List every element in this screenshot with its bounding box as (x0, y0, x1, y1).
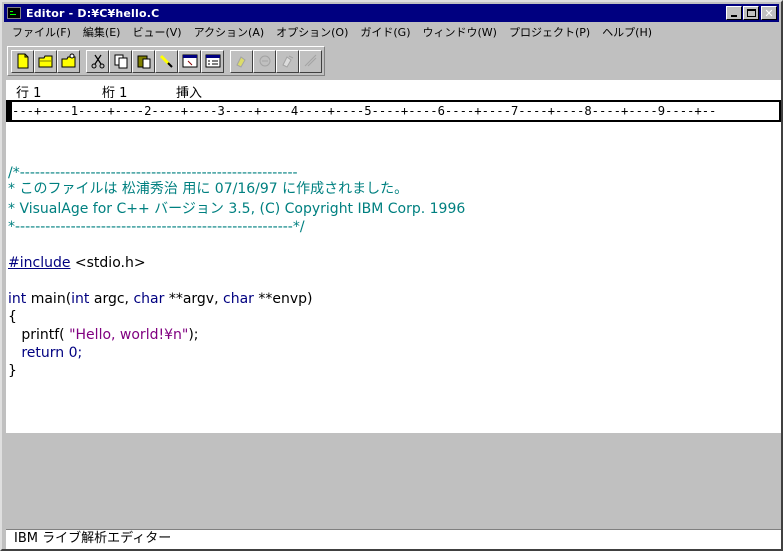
position-status-bar: 行 1 桁 1 挿入 (6, 80, 781, 101)
code-line-2: * このファイルは 松浦秀治 用に 07/16/97 に作成されました。 (8, 181, 409, 197)
open-project-icon (61, 53, 75, 68)
window-title: Editor - D:¥C¥hello.C (26, 6, 160, 20)
new-file-button[interactable] (11, 49, 34, 73)
bookmark4-button[interactable] (299, 49, 322, 73)
open-project-button[interactable] (57, 49, 80, 73)
menu-options[interactable]: オプション(O) (270, 24, 354, 40)
menu-guide[interactable]: ガイド(G) (354, 24, 416, 40)
bookmark3-button[interactable] (276, 49, 299, 73)
code-line-include: #include <stdio.h> (8, 254, 146, 272)
main-signature: main( (26, 291, 72, 307)
menu-bar: ファイル(F) 編集(E) ビュー(V) アクション(A) オプション(O) ガ… (4, 22, 779, 42)
bookmark-button[interactable] (230, 49, 253, 73)
copy-icon (114, 54, 127, 69)
include-file: <stdio.h> (70, 255, 146, 271)
bookmark2-button[interactable] (253, 49, 276, 73)
paste-button[interactable] (132, 49, 155, 73)
open-file-button[interactable] (34, 49, 57, 73)
code-editor[interactable]: /*--------------------------------------… (6, 122, 781, 433)
message-area (6, 433, 781, 525)
printf-call: printf( (8, 327, 70, 343)
minimize-icon (731, 15, 737, 17)
menu-window[interactable]: ウィンドウ(W) (417, 24, 503, 40)
code-line-brace-open: { (8, 309, 17, 325)
ruler-text: ---+----1----+----2----+----3----+----4-… (12, 102, 779, 120)
code-line-main: int main(int argc, char **argv, char **e… (8, 290, 312, 308)
bookmark-icon (235, 56, 246, 68)
code-line-return: return 0; (8, 345, 83, 361)
open-folder-icon (38, 55, 52, 68)
window-button[interactable] (178, 49, 201, 73)
insert-mode-indicator: 挿入 (176, 86, 203, 101)
bookmark2-icon (259, 55, 270, 67)
code-line-3: * VisualAge for C++ バージョン 3.5, (C) Copyr… (8, 201, 466, 217)
app-icon[interactable] (7, 7, 21, 19)
window-controls: ✕ (725, 6, 777, 20)
menu-action[interactable]: アクション(A) (188, 24, 271, 40)
type-int-2: int (71, 291, 90, 307)
column-ruler: ---+----1----+----2----+----3----+----4-… (6, 100, 781, 122)
param-envp: **envp) (253, 291, 313, 307)
minimize-button[interactable] (726, 6, 742, 20)
include-keyword: #include (8, 255, 71, 271)
new-file-icon (17, 53, 28, 69)
find-icon (159, 54, 173, 68)
toolbar (7, 46, 325, 76)
window-icon (182, 54, 197, 68)
printf-end: ); (188, 327, 199, 343)
bottom-status-bar: IBM ライブ解析エディター (6, 529, 781, 549)
column-indicator: 桁 1 (102, 86, 128, 101)
list-button[interactable] (201, 49, 224, 73)
code-line-printf: printf( "Hello, world!¥n"); (8, 326, 199, 344)
bookmark3-icon (281, 55, 293, 68)
menu-edit[interactable]: 編集(E) (77, 24, 127, 40)
maximize-icon (746, 9, 756, 17)
type-int: int (8, 291, 27, 307)
code-line-brace-close: } (8, 363, 17, 379)
close-button[interactable]: ✕ (761, 6, 777, 20)
menu-view[interactable]: ビュー(V) (126, 24, 187, 40)
copy-button[interactable] (109, 49, 132, 73)
code-line-4: *---------------------------------------… (8, 219, 305, 235)
ruler-cursor (6, 102, 12, 120)
find-button[interactable] (155, 49, 178, 73)
maximize-button[interactable] (743, 6, 759, 20)
editor-window: Editor - D:¥C¥hello.C ✕ ファイル(F) 編集(E) ビュ… (0, 0, 783, 551)
printf-string: "Hello, world!¥n" (69, 327, 189, 343)
type-char-2: char (223, 291, 254, 307)
type-char-1: char (133, 291, 165, 307)
paste-icon (137, 55, 150, 69)
close-icon: ✕ (764, 6, 774, 20)
menu-file[interactable]: ファイル(F) (4, 24, 77, 40)
menu-project[interactable]: プロジェクト(P) (503, 24, 596, 40)
cut-icon (91, 54, 104, 69)
cut-button[interactable] (86, 49, 109, 73)
param-argc: argc, (89, 291, 134, 307)
bookmark4-icon (304, 54, 316, 67)
list-icon (205, 54, 220, 68)
line-indicator: 行 1 (16, 86, 42, 101)
title-bar[interactable]: Editor - D:¥C¥hello.C ✕ (4, 4, 779, 22)
param-argv: **argv, (164, 291, 223, 307)
menu-help[interactable]: ヘルプ(H) (596, 24, 658, 40)
